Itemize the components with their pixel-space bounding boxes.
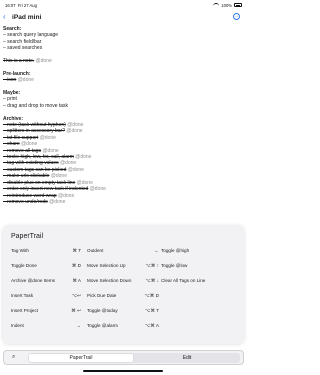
done-tag: @done xyxy=(59,160,77,167)
task-text: – enter only insert new task if indented xyxy=(3,186,89,193)
command-toggle-low[interactable]: Toggle @low xyxy=(161,263,187,268)
segmented-control: PaperTrail Edit xyxy=(28,353,240,363)
task-text: – search field/bar xyxy=(3,38,42,45)
shortcut-key: → xyxy=(76,323,81,328)
command-toggle-high[interactable]: Toggle @high xyxy=(161,248,189,253)
task-text: – note (task without hyphen) xyxy=(3,122,66,129)
document-title: iPad mini xyxy=(12,13,42,21)
home-indicator xyxy=(83,370,163,372)
shortcut-key: ⌥⌘ T xyxy=(145,308,159,313)
done-tag: @done xyxy=(58,192,75,199)
command-indent[interactable]: Indent xyxy=(11,323,24,328)
done-tag: @done xyxy=(42,147,59,154)
command-pick-due-date[interactable]: Pick Due Date xyxy=(87,293,116,298)
task-text: – disable plus on empty task line xyxy=(3,179,76,186)
shortcut-key: ⌘ T xyxy=(72,248,81,253)
task-text: – custom tags can be picked xyxy=(3,166,67,173)
task-text: Maybe: xyxy=(3,90,21,97)
done-tag: @done xyxy=(49,198,66,205)
task-text: – tag with existing values xyxy=(3,160,59,167)
task-text: – print xyxy=(3,96,17,103)
shortcut-key: ← xyxy=(154,248,159,253)
done-tag: @done xyxy=(35,58,52,65)
task-text: – splitters in accessory bar? xyxy=(3,128,65,135)
command-tag-with[interactable]: Tag With xyxy=(11,248,29,253)
done-tag: @done xyxy=(76,179,93,186)
status-bar: 16:07 Fri 27 Aug 100% xyxy=(0,0,246,10)
shortcut-key: ⌥⌘ ↑ xyxy=(145,263,159,268)
wifi-icon xyxy=(213,3,220,7)
done-tag: @done xyxy=(21,141,38,148)
command-archive-done-items[interactable]: Archive @done Items xyxy=(11,278,55,283)
search-icon[interactable]: ⌕ xyxy=(12,354,15,361)
segment-edit[interactable]: Edit xyxy=(135,354,239,362)
bottom-toolbar: ⌕ PaperTrail Edit xyxy=(3,350,244,365)
task-line: – remove undo/redo @done xyxy=(3,199,243,205)
shortcut-key: ⌘ ↩ xyxy=(71,308,81,313)
task-text: Pre-launch: xyxy=(3,70,31,77)
task-text: – remove all tags xyxy=(3,147,42,154)
papertrail-shortcut-panel: PaperTrail Tag With ⌘ T Toggle Done ⌘ D Arch… xyxy=(3,226,244,344)
done-tag: @done xyxy=(17,77,34,84)
command-clear-all-tags-on-line[interactable]: Clear All Tags on Line xyxy=(161,278,205,283)
task-text: – share xyxy=(3,141,20,148)
command-toggle-today[interactable]: Toggle @today xyxy=(87,308,118,313)
task-text: – drag and drop to move task xyxy=(3,102,69,109)
command-outdent[interactable]: Outdent xyxy=(87,248,103,253)
task-text: – make urls clickable xyxy=(3,173,50,180)
command-move-selection-down[interactable]: Move Selection Down xyxy=(87,278,131,283)
command-move-selection-up[interactable]: Move Selection Up xyxy=(87,263,126,268)
battery-icon xyxy=(234,3,242,7)
panel-title: PaperTrail xyxy=(11,233,44,240)
done-tag: @done xyxy=(75,154,92,161)
task-text: – icon xyxy=(3,77,17,84)
shortcut-key: ⌥⌘ ↓ xyxy=(145,278,159,283)
task-text: – search query language xyxy=(3,32,59,39)
document-body[interactable]: Search: – search query language – search f… xyxy=(3,26,243,205)
task-text: – tools: high, low, for, call, alarm xyxy=(3,154,74,161)
shortcut-key: ⌥↩ xyxy=(71,293,81,298)
done-tag: @done xyxy=(89,186,106,193)
segment-papertrail[interactable]: PaperTrail xyxy=(29,354,133,362)
status-right: 100% xyxy=(213,3,242,8)
more-options-icon[interactable]: ··· xyxy=(233,13,240,20)
done-tag: @done xyxy=(66,128,83,135)
task-text: – saved searches xyxy=(3,45,43,52)
command-toggle-done[interactable]: Toggle Done xyxy=(11,263,37,268)
shortcut-key: ⌥⌘ A xyxy=(145,323,159,328)
task-text: – txt file support xyxy=(3,134,39,141)
done-tag: @done xyxy=(67,166,84,173)
task-text: – reintroduce word wrap xyxy=(3,192,57,199)
shortcut-key: ⌘ D xyxy=(71,263,81,268)
task-text: Search: xyxy=(3,26,22,32)
task-text: This is a note. xyxy=(3,58,35,65)
task-text: Archive: xyxy=(3,115,24,122)
done-tag: @done xyxy=(39,134,56,141)
status-time: 16:07 Fri 27 Aug xyxy=(5,3,37,8)
command-toggle-alarm[interactable]: Toggle @alarm xyxy=(87,323,118,328)
task-text: – remove undo/redo xyxy=(3,198,48,205)
battery-percent: 100% xyxy=(221,2,232,8)
command-insert-task[interactable]: Insert Task xyxy=(11,293,33,298)
shortcut-key: ⌘ A xyxy=(72,278,81,283)
command-insert-project[interactable]: Insert Project xyxy=(11,308,38,313)
shortcut-key: ⌥⌘ D xyxy=(144,293,159,298)
done-tag: @done xyxy=(50,173,67,180)
done-tag: @done xyxy=(67,122,84,129)
back-chevron-icon[interactable]: ‹ xyxy=(3,13,6,21)
navigation-bar: ‹ iPad mini ··· xyxy=(0,10,246,26)
